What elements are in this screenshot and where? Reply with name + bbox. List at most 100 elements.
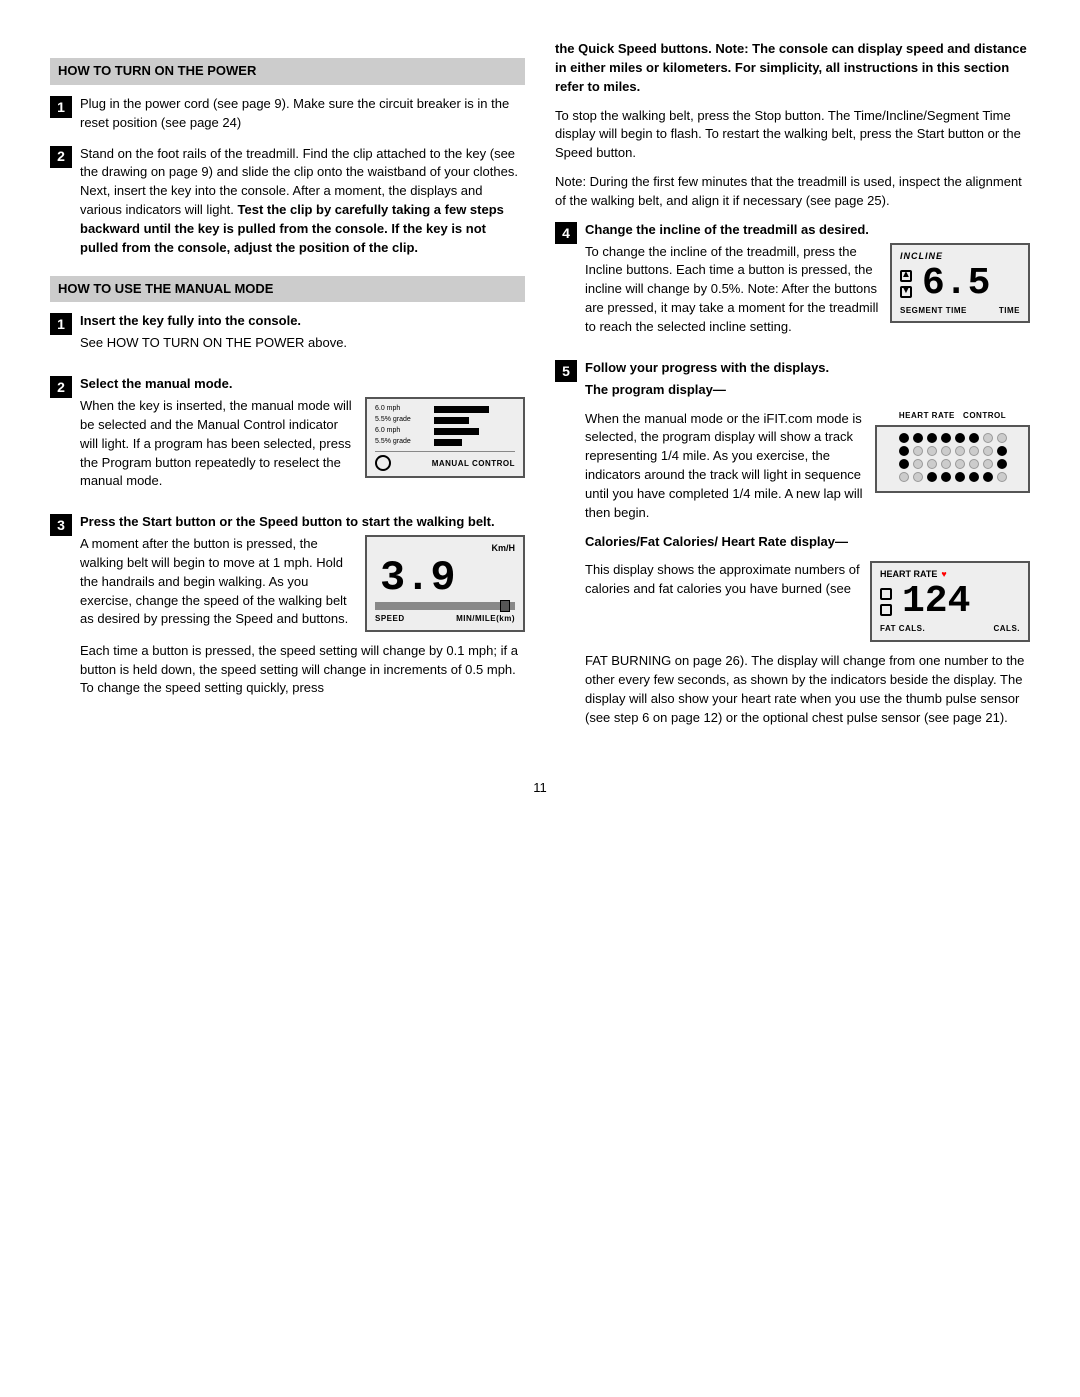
dot-4-6 <box>969 472 979 482</box>
dot-1-4 <box>941 433 951 443</box>
program-display-panel: HEART RATE CONTROL <box>875 410 1030 494</box>
incline-lcd: INCLINE ▲ ▼ 6.5 SEGMENT TIME <box>890 243 1030 324</box>
bar-line-1: 6.0 mph <box>375 404 515 414</box>
step-number-manual-1: 1 <box>50 313 72 335</box>
step-title-4: Change the incline of the treadmill as d… <box>585 221 1030 240</box>
bar-label-1: 6.0 mph <box>375 404 430 414</box>
step-number-4: 4 <box>555 222 577 244</box>
step-title-manual-3: Press the Start button or the Speed butt… <box>80 513 525 532</box>
step-body-manual-1: See HOW TO TURN ON THE POWER above. <box>80 334 525 353</box>
dot-1-6 <box>969 433 979 443</box>
speed-display-panel: Km/H 3.9 SPEED MIN/MILE(km) <box>365 535 525 632</box>
stop-belt-para: To stop the walking belt, press the Stop… <box>555 107 1030 164</box>
step-content-manual-3: Press the Start button or the Speed butt… <box>80 513 525 708</box>
fat-burning-para: FAT BURNING on page 26). The display wil… <box>585 652 1030 727</box>
incline-down-btn[interactable]: ▼ <box>900 286 912 298</box>
speed-slider-thumb <box>500 600 510 612</box>
speed-label-left: SPEED <box>375 613 405 625</box>
bar-line-3: 6.0 mph <box>375 426 515 436</box>
bar-label-2: 5.5% grade <box>375 415 430 425</box>
dot-2-4 <box>941 446 951 456</box>
dot-2-6 <box>969 446 979 456</box>
incline-labels-bottom: SEGMENT TIME TIME <box>900 305 1020 317</box>
dot-1-7 <box>983 433 993 443</box>
manual-mode-figure: When the key is inserted, the manual mod… <box>80 397 525 491</box>
speed-slider-bar <box>375 602 515 610</box>
step-manual-2: 2 Select the manual mode. When the key i… <box>50 375 525 501</box>
step-number-2: 2 <box>50 146 72 168</box>
step4-body: To change the incline of the treadmill, … <box>585 244 878 334</box>
heart-lcd: HEART RATE ♥ 124 FAT <box>870 561 1030 642</box>
manual-panel-row: MANUAL CONTROL <box>375 455 515 471</box>
dot-2-5 <box>955 446 965 456</box>
step-content-power-2: Stand on the foot rails of the treadmill… <box>80 145 525 258</box>
calories-title: Calories/Fat Calories/ Heart Rate displa… <box>585 534 848 549</box>
incline-display-panel: INCLINE ▲ ▼ 6.5 SEGMENT TIME <box>890 243 1030 324</box>
step-title-manual-3b: button to start the walking belt. <box>302 514 495 529</box>
right-column: the Quick Speed buttons. Note: The conso… <box>555 40 1030 749</box>
incline-text-part: To change the incline of the treadmill, … <box>585 243 880 337</box>
dot-4-3 <box>927 472 937 482</box>
program-display-title: The program display— <box>585 382 726 397</box>
dot-4-8 <box>997 472 1007 482</box>
step-content-5: Follow your progress with the displays. … <box>585 359 1030 738</box>
heart-display-panel: HEART RATE ♥ 124 FAT <box>870 561 1030 642</box>
page-number: 11 <box>50 779 1030 798</box>
step-content-4: Change the incline of the treadmill as d… <box>585 221 1030 347</box>
dot-1-1 <box>899 433 909 443</box>
dot-1-2 <box>913 433 923 443</box>
hr-btn-up[interactable] <box>880 588 892 600</box>
section-header-manual: HOW TO USE THE MANUAL MODE <box>50 276 525 303</box>
incline-display-row: ▲ ▼ 6.5 <box>900 265 1020 303</box>
hr-btn-down[interactable] <box>880 604 892 616</box>
incline-up-btn[interactable]: ▲ <box>900 270 912 282</box>
bar-line-4: 5.5% grade <box>375 437 515 447</box>
dot-1-8 <box>997 433 1007 443</box>
dot-3-5 <box>955 459 965 469</box>
calories-body: This display shows the approximate numbe… <box>585 562 860 596</box>
dot-4-5 <box>955 472 965 482</box>
heart-rate-control-label: HEART RATE CONTROL <box>875 410 1030 422</box>
manual-circle-icon <box>375 455 391 471</box>
dot-2-3 <box>927 446 937 456</box>
dot-3-1 <box>899 459 909 469</box>
dot-3-2 <box>913 459 923 469</box>
dot-3-8 <box>997 459 1007 469</box>
step-content-power-1: Plug in the power cord (see page 9). Mak… <box>80 95 525 133</box>
bar-fill-2 <box>434 417 469 424</box>
dot-3-7 <box>983 459 993 469</box>
hr-buttons <box>880 588 892 616</box>
step-content-manual-1: Insert the key fully into the console. S… <box>80 312 525 363</box>
incline-buttons: ▲ ▼ <box>900 270 912 298</box>
dot-2-8 <box>997 446 1007 456</box>
dot-row-3 <box>883 459 1022 469</box>
program-display-section: The program display— <box>585 381 1030 400</box>
step-number-5: 5 <box>555 360 577 382</box>
calories-section: Calories/Fat Calories/ Heart Rate displa… <box>585 533 1030 552</box>
dot-4-7 <box>983 472 993 482</box>
hr-number: 124 <box>897 583 970 621</box>
manual-mode-display: 6.0 mph 5.5% grade 6.0 mph <box>365 397 525 478</box>
manual-control-label: MANUAL CONTROL <box>432 458 515 470</box>
program-text-part: When the manual mode or the iFIT.com mod… <box>585 410 865 523</box>
step-content-manual-2: Select the manual mode. When the key is … <box>80 375 525 501</box>
step-power-1: 1 Plug in the power cord (see page 9). M… <box>50 95 525 133</box>
incline-number: 6.5 <box>917 265 990 303</box>
manual-speed-bars: 6.0 mph 5.5% grade 6.0 mph <box>375 404 515 448</box>
dot-2-7 <box>983 446 993 456</box>
left-column: HOW TO TURN ON THE POWER 1 Plug in the p… <box>50 40 525 749</box>
incline-label-bottom-right: TIME <box>999 305 1020 317</box>
bar-line-2: 5.5% grade <box>375 415 515 425</box>
quick-speed-intro: the Quick Speed buttons. Note: The conso… <box>555 40 1030 97</box>
dot-1-5 <box>955 433 965 443</box>
hr-label-bottom-left: FAT CALS. <box>880 623 925 635</box>
step-number-manual-2: 2 <box>50 376 72 398</box>
step-title-5: Follow your progress with the displays. <box>585 359 1030 378</box>
dot-3-3 <box>927 459 937 469</box>
step-body-manual-2: When the key is inserted, the manual mod… <box>80 398 352 488</box>
step-number-1: 1 <box>50 96 72 118</box>
heart-rate-control-panel: HEART RATE CONTROL <box>875 410 1030 494</box>
bar-fill-1 <box>434 406 489 413</box>
bar-label-3: 6.0 mph <box>375 426 430 436</box>
dot-row-4 <box>883 472 1022 482</box>
